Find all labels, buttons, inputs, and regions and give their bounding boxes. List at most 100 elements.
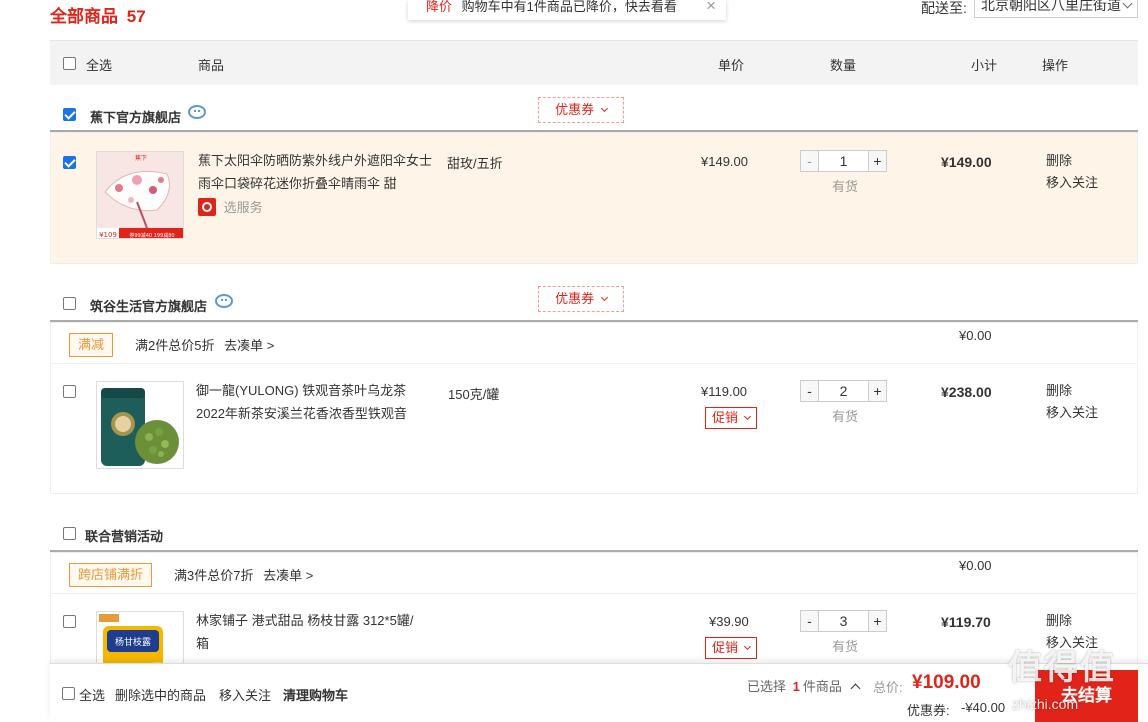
coupon-label: 优惠券 — [555, 291, 595, 306]
all-goods-label: 全部商品 — [50, 7, 118, 26]
umbrella-product-picture: 蕉下 ¥109 券99减40 199减80 — [97, 152, 183, 239]
tea-can-picture — [97, 382, 183, 468]
item-checkbox[interactable] — [63, 615, 76, 628]
promo-dropdown[interactable]: 促销 — [705, 637, 757, 659]
promo-amount: ¥0.00 — [959, 328, 992, 343]
promo-amount: ¥0.00 — [959, 558, 992, 573]
delete-link[interactable]: 删除 — [1046, 380, 1098, 402]
product-image[interactable] — [96, 381, 184, 469]
selected-count: 1 — [792, 679, 800, 694]
delete-selected-link[interactable]: 删除选中的商品 — [115, 685, 206, 704]
chevron-down-icon — [1122, 0, 1133, 9]
total-label: 总价: — [873, 680, 903, 695]
promo-desc: 满2件总价5折 — [135, 338, 215, 353]
select-service[interactable]: 选服务 — [198, 197, 263, 216]
notice-text[interactable]: 购物车中有1件商品已降价，快去看看 — [462, 0, 677, 14]
address-text: 北京朝阳区八里庄街道 — [981, 0, 1121, 13]
cart-item-group: 满减 满2件总价5折 去凑单 > ¥0.00 御一龍(YULONG) 铁观音茶叶… — [50, 322, 1138, 494]
select-all-label: 全选 — [86, 58, 113, 73]
cart-item: 蕉下 ¥109 券99减40 199减80 蕉下太阳伞防晒防紫外线户外遮阳伞女士… — [50, 132, 1138, 264]
promo-link[interactable]: 去凑单 > — [224, 338, 274, 353]
address-selector[interactable]: 北京朝阳区八里庄街道 — [974, 0, 1138, 18]
shop-checkbox[interactable] — [63, 297, 76, 310]
item-checkbox[interactable] — [63, 385, 76, 398]
promo-desc: 满3件总价7折 — [174, 568, 254, 583]
notice-tag: 降价 — [426, 0, 453, 14]
clear-cart-link[interactable]: 清理购物车 — [283, 685, 348, 704]
chevron-down-icon — [743, 642, 751, 651]
shop-checkbox[interactable] — [63, 108, 76, 121]
unit-price: ¥119.00 — [701, 384, 748, 399]
col-product: 商品 — [198, 58, 225, 73]
col-unit-price: 单价 — [718, 58, 745, 73]
svg-text:¥109: ¥109 — [99, 231, 117, 239]
product-title[interactable]: 蕉下太阳伞防晒防紫外线户外遮阳伞女士雨伞口袋碎花迷你折叠伞晴雨伞 甜 — [198, 149, 433, 195]
promo-label: 促销 — [712, 410, 739, 425]
product-image[interactable]: 蕉下 ¥109 券99减40 199减80 — [96, 151, 184, 239]
checkout-bar: 全选 删除选中的商品 移入关注 清理购物车 已选择 1 件商品 总价: ¥109.… — [50, 663, 1148, 722]
quantity-stepper[interactable]: - 1 + — [800, 150, 887, 172]
promo-dropdown[interactable]: 促销 — [705, 407, 757, 429]
product-attr: 甜玫/五折 — [447, 156, 503, 171]
item-actions: 删除 移入关注 — [1046, 150, 1098, 194]
stock-status: 有货 — [832, 409, 859, 424]
stock-status: 有货 — [832, 639, 859, 654]
chevron-down-icon — [600, 293, 608, 302]
product-attr: 150克/罐 — [448, 387, 500, 402]
selected-prefix: 已选择 — [747, 679, 787, 694]
row-divider — [51, 363, 1137, 364]
promo-tag: 跨店铺满折 — [69, 563, 153, 587]
ship-to-label: 配送至: — [921, 0, 967, 16]
increase-button[interactable]: + — [868, 151, 886, 171]
increase-button[interactable]: + — [868, 611, 886, 631]
stock-status: 有货 — [832, 179, 859, 194]
move-follow-link[interactable]: 移入关注 — [219, 685, 271, 704]
unit-price: ¥149.00 — [701, 154, 748, 169]
item-subtotal: ¥149.00 — [941, 154, 992, 170]
shop-name[interactable]: 联合营销活动 — [85, 526, 163, 545]
coupon-button[interactable]: 优惠券 — [538, 97, 624, 123]
item-actions: 删除 移入关注 — [1046, 380, 1098, 424]
cart-item-group: 跨店铺满折 满3件总价7折 去凑单 > ¥0.00 杨甘枝露 林家铺子 港式甜品… — [50, 552, 1138, 699]
move-to-follow-link[interactable]: 移入关注 — [1046, 172, 1098, 194]
decrease-button[interactable]: - — [801, 151, 819, 171]
item-checkbox[interactable] — [63, 156, 76, 169]
selected-suffix: 件商品 — [802, 679, 842, 694]
shop-checkbox[interactable] — [63, 527, 76, 540]
product-title[interactable]: 林家铺子 港式甜品 杨枝甘露 312*5罐/箱 — [196, 609, 426, 655]
chat-icon[interactable] — [215, 294, 233, 308]
move-to-follow-link[interactable]: 移入关注 — [1046, 402, 1098, 424]
close-icon[interactable]: × — [706, 0, 716, 14]
decrease-button[interactable]: - — [801, 381, 819, 401]
coupon-label: 优惠券 — [555, 102, 595, 117]
all-goods-count: 57 — [126, 7, 146, 26]
shop-name[interactable]: 蕉下官方旗舰店 — [90, 107, 181, 126]
select-all-checkbox[interactable] — [63, 57, 76, 70]
quantity-stepper[interactable]: - 2 + — [800, 380, 887, 402]
quantity-input[interactable]: 1 — [819, 151, 868, 171]
quantity-input[interactable]: 2 — [819, 381, 868, 401]
delete-link[interactable]: 删除 — [1046, 150, 1098, 172]
total-value: ¥109.00 — [912, 672, 981, 693]
discount-label: 优惠券: — [907, 703, 950, 718]
promo-link[interactable]: 去凑单 > — [263, 568, 313, 583]
product-title[interactable]: 御一龍(YULONG) 铁观音茶叶乌龙茶2022年新茶安溪兰花香浓香型铁观音 — [196, 379, 431, 425]
all-goods-title[interactable]: 全部商品 57 — [50, 2, 146, 27]
chat-icon[interactable] — [188, 105, 206, 119]
selected-summary[interactable]: 已选择 1 件商品 — [747, 676, 860, 695]
promo-text: 满2件总价5折 去凑单 > — [135, 335, 274, 354]
increase-button[interactable]: + — [868, 381, 886, 401]
promo-text: 满3件总价7折 去凑单 > — [174, 565, 313, 584]
delete-link[interactable]: 删除 — [1046, 610, 1098, 632]
decrease-button[interactable]: - — [801, 611, 819, 631]
footer-select-all-checkbox[interactable] — [62, 687, 75, 700]
quantity-stepper[interactable]: - 3 + — [800, 610, 887, 632]
watermark-url: zhizhi.com — [1012, 696, 1079, 712]
shop-name[interactable]: 筑谷生活官方旗舰店 — [90, 296, 207, 315]
coupon-button[interactable]: 优惠券 — [538, 286, 624, 312]
chevron-down-icon — [600, 104, 608, 113]
chevron-down-icon — [743, 412, 751, 421]
price-drop-notice: 降价 购物车中有1件商品已降价，快去看看 × — [408, 0, 726, 20]
quantity-input[interactable]: 3 — [819, 611, 868, 631]
chevron-up-icon — [850, 683, 860, 694]
